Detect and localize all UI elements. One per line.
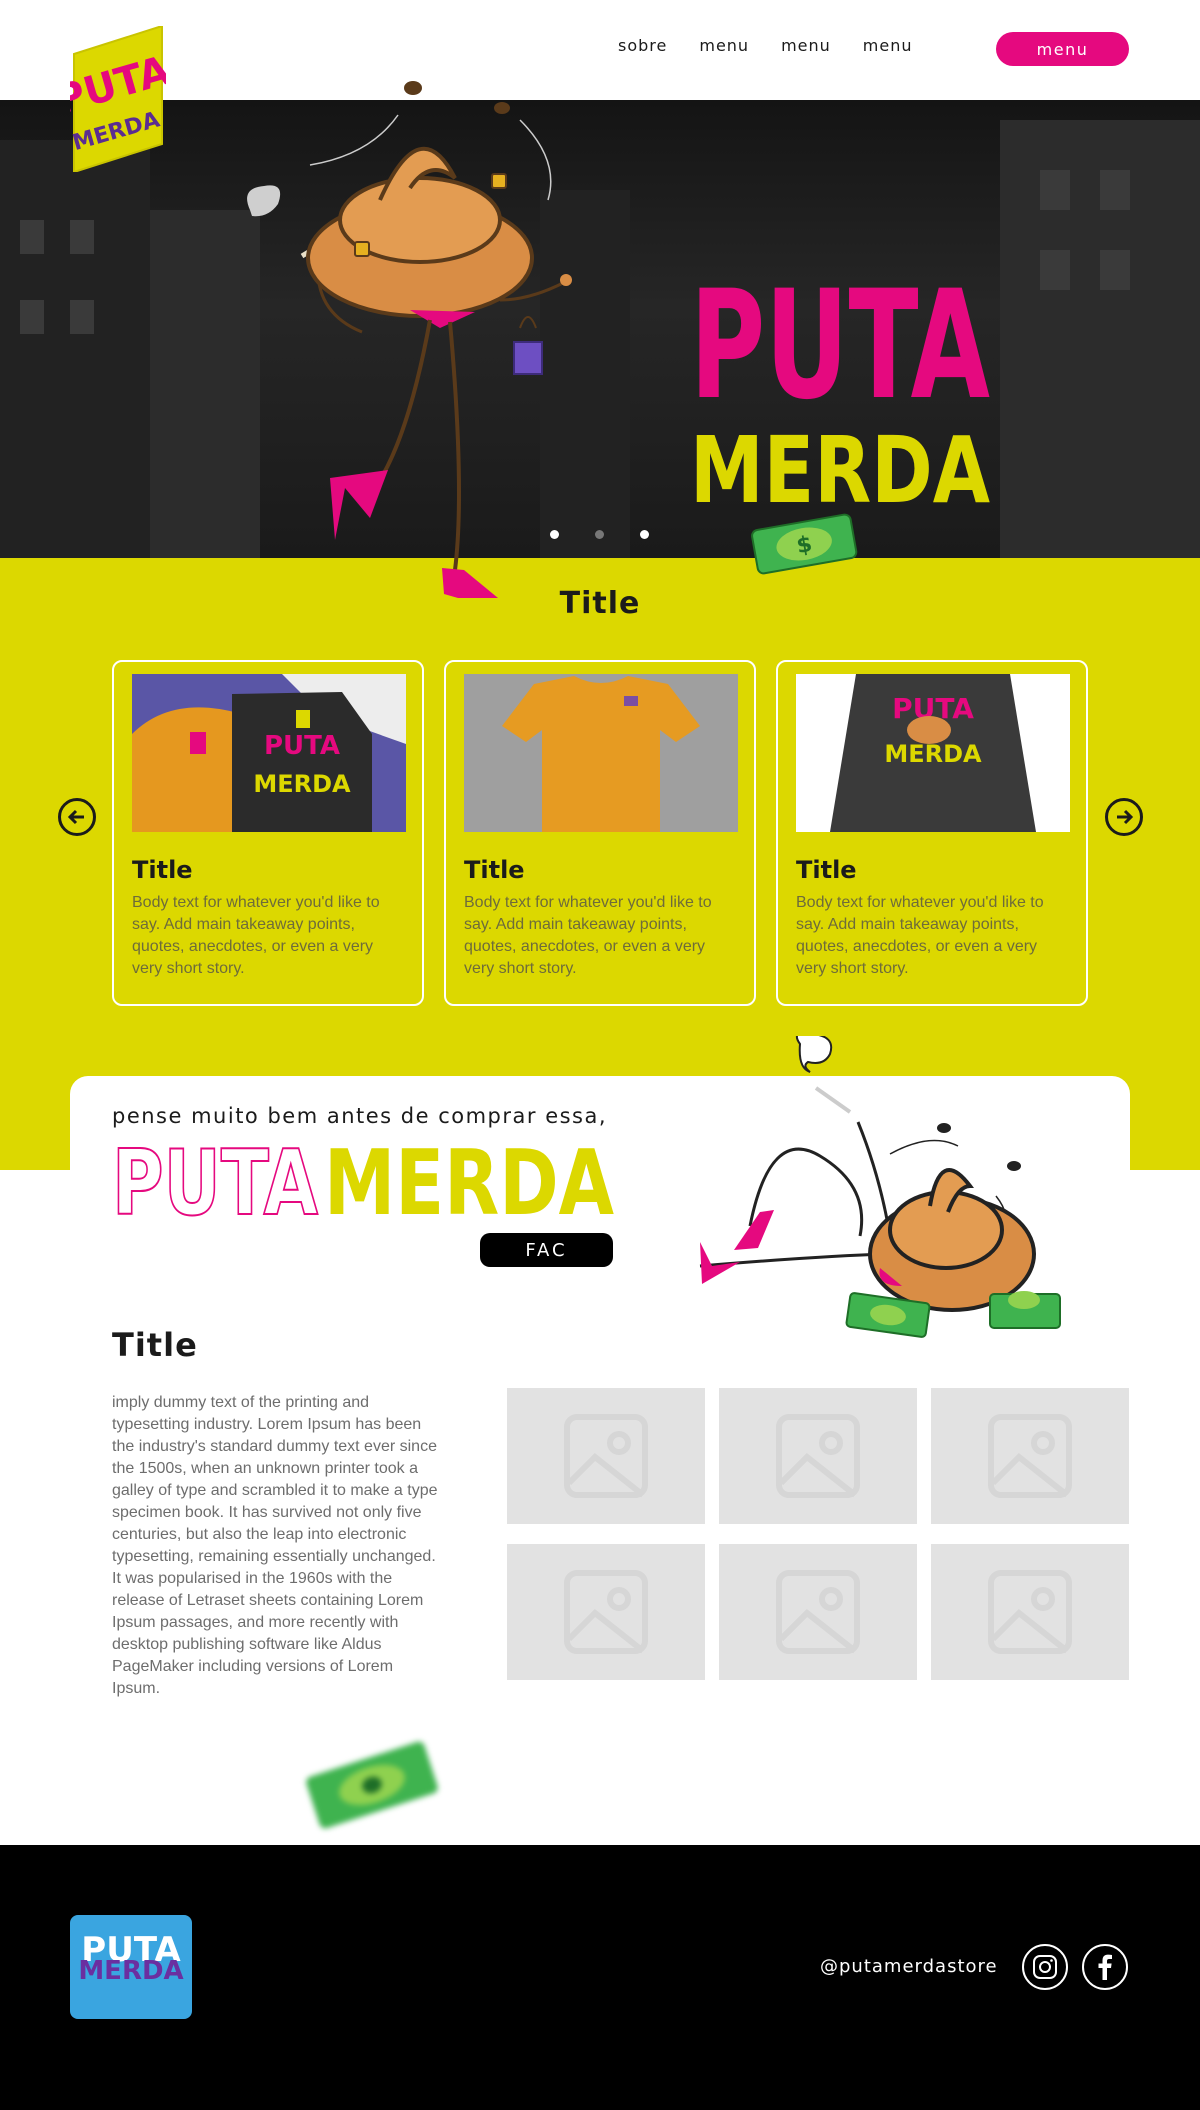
image-placeholder-icon — [988, 1570, 1072, 1654]
product-card-body: Body text for whatever you'd like to say… — [464, 894, 712, 977]
fac-button[interactable]: FAC — [480, 1233, 613, 1267]
footer-logo-merda: MERDA — [78, 1956, 183, 1986]
image-placeholder-icon — [988, 1414, 1072, 1498]
product-card-2[interactable]: Title Body text for whatever you'd like … — [444, 660, 756, 1006]
product-card-1[interactable]: PUTA MERDA Title Body text for whatever … — [112, 660, 424, 1006]
image-gallery — [507, 1388, 1129, 1680]
about-text: imply dummy text of the printing and typ… — [112, 1394, 438, 1697]
product-card-title: Title — [464, 856, 525, 884]
product-card-title: Title — [796, 856, 857, 884]
product-photo-shirts: PUTA MERDA — [132, 674, 406, 832]
gallery-image-placeholder[interactable] — [719, 1544, 917, 1680]
carousel-prev-button[interactable] — [58, 798, 96, 836]
carousel-next-button[interactable] — [1105, 798, 1143, 836]
gallery-image-placeholder[interactable] — [931, 1388, 1129, 1524]
hero-title: PUTA MERDA — [690, 259, 990, 522]
gallery-image-placeholder[interactable] — [507, 1388, 705, 1524]
carousel-dot-3[interactable] — [640, 530, 649, 539]
image-placeholder-icon — [564, 1570, 648, 1654]
promo-word-merda: MERDA — [324, 1131, 614, 1226]
product-card-body: Body text for whatever you'd like to say… — [132, 894, 380, 977]
brand-logo[interactable]: PUTA MERDA — [70, 26, 166, 172]
product-photo-hoodie: PUTA MERDA — [796, 674, 1070, 832]
money-bill-blurred-illustration — [306, 1741, 438, 1829]
arrow-left-circle-icon — [67, 809, 84, 825]
image-placeholder-icon — [776, 1570, 860, 1654]
nav-link-menu-3[interactable]: menu — [863, 36, 913, 55]
footer-logo[interactable]: PUTA ​ MERDA — [70, 1915, 192, 2019]
mascot-walking-illustration — [247, 81, 572, 598]
facebook-icon — [1098, 1954, 1112, 1980]
nav-link-menu-1[interactable]: menu — [699, 36, 749, 55]
header-menu-button[interactable]: menu — [996, 32, 1129, 66]
social-handle[interactable]: @putamerdastore — [820, 1956, 998, 1977]
nav-link-menu-2[interactable]: menu — [781, 36, 831, 55]
promo-word-puta: PUTA — [112, 1131, 318, 1226]
promo-tagline: pense muito bem antes de comprar essa, — [112, 1104, 608, 1128]
about-title: Title — [112, 1326, 198, 1364]
product-card-body: Body text for whatever you'd like to say… — [796, 894, 1044, 977]
promo-brand-word: PUTA MERDA — [111, 1130, 614, 1226]
svg-text:MERDA: MERDA — [884, 740, 982, 768]
hero-title-merda: MERDA — [690, 417, 990, 522]
gallery-image-placeholder[interactable] — [931, 1544, 1129, 1680]
facebook-link[interactable] — [1082, 1944, 1128, 1990]
instagram-icon — [1033, 1955, 1057, 1979]
image-placeholder-icon — [776, 1414, 860, 1498]
nav-link-sobre[interactable]: sobre — [618, 36, 667, 55]
mascot-reclining-illustration — [699, 1036, 1061, 1338]
money-bill-illustration: $ — [751, 513, 858, 575]
main-nav: sobre menu menu menu — [618, 36, 913, 55]
instagram-link[interactable] — [1022, 1944, 1068, 1990]
image-placeholder-icon — [564, 1414, 648, 1498]
svg-text:MERDA: MERDA — [253, 770, 351, 798]
svg-text:PUTA: PUTA — [264, 731, 340, 761]
gallery-image-placeholder[interactable] — [507, 1544, 705, 1680]
product-card-title: Title — [132, 856, 193, 884]
arrow-right-circle-icon — [1117, 809, 1134, 825]
gallery-image-placeholder[interactable] — [719, 1388, 917, 1524]
product-photo-tshirt — [464, 674, 738, 832]
product-card-3[interactable]: PUTA MERDA Title Body text for whatever … — [776, 660, 1088, 1006]
hero-title-puta: PUTA — [690, 259, 990, 433]
